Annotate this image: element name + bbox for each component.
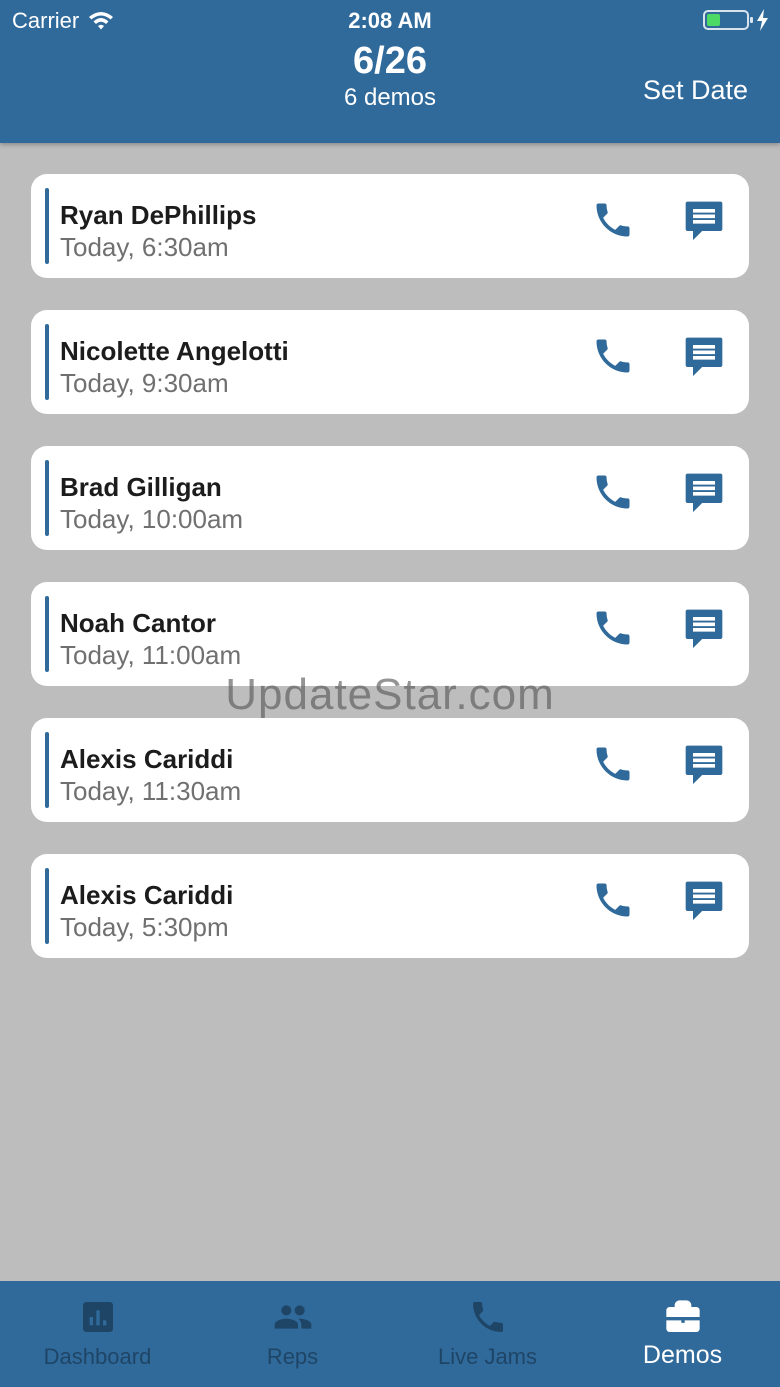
demo-list: Ryan DePhillips Today, 6:30am Nicolette …	[31, 174, 749, 990]
battery-charging-icon	[703, 9, 768, 31]
demo-time: Today, 10:00am	[60, 504, 244, 534]
message-icon[interactable]	[681, 742, 727, 786]
phone-icon[interactable]	[591, 878, 635, 922]
phone-icon[interactable]	[591, 742, 635, 786]
demo-card[interactable]: Alexis Cariddi Today, 5:30pm	[31, 854, 749, 958]
header-bar: Carrier 2:08 AM 6/26 6 demos Set Date	[0, 0, 780, 143]
message-icon[interactable]	[681, 606, 727, 650]
demo-name: Ryan DePhillips	[60, 200, 257, 230]
tab-label: Demos	[642, 1341, 723, 1369]
phone-icon	[472, 1302, 503, 1332]
phone-icon[interactable]	[591, 606, 635, 650]
phone-icon[interactable]	[591, 470, 635, 514]
message-icon[interactable]	[681, 334, 727, 378]
tab-demos[interactable]: Demos	[585, 1281, 780, 1387]
tab-label: Reps	[266, 1344, 319, 1369]
message-icon[interactable]	[681, 878, 727, 922]
demo-card[interactable]: Ryan DePhillips Today, 6:30am	[31, 174, 749, 278]
tab-reps[interactable]: Reps	[195, 1281, 390, 1387]
tab-live-jams[interactable]: Live Jams	[390, 1281, 585, 1387]
bar-chart-icon	[82, 1302, 113, 1332]
demo-card[interactable]: Brad Gilligan Today, 10:00am	[31, 446, 749, 550]
demo-name: Alexis Cariddi	[60, 744, 234, 774]
tab-dashboard[interactable]: Dashboard	[0, 1281, 195, 1387]
watermark: UpdateStar.com	[225, 670, 555, 719]
card-accent-bar	[45, 324, 49, 400]
card-accent-bar	[45, 732, 49, 808]
people-icon	[274, 1305, 311, 1329]
demo-card[interactable]: Alexis Cariddi Today, 11:30am	[31, 718, 749, 822]
demo-time: Today, 6:30am	[60, 232, 229, 262]
card-accent-bar	[45, 460, 49, 536]
message-icon[interactable]	[681, 470, 727, 514]
message-icon[interactable]	[681, 198, 727, 242]
demo-time: Today, 5:30pm	[60, 912, 229, 942]
tab-bar: Dashboard Reps Live Jams Demos	[0, 1281, 780, 1387]
card-accent-bar	[45, 868, 49, 944]
demo-time: Today, 9:30am	[60, 368, 229, 398]
phone-icon[interactable]	[591, 334, 635, 378]
demo-time: Today, 11:30am	[60, 776, 242, 806]
demo-name: Alexis Cariddi	[60, 880, 234, 910]
demo-name: Noah Cantor	[60, 608, 216, 638]
demo-name: Nicolette Angelotti	[60, 336, 289, 366]
phone-icon[interactable]	[591, 198, 635, 242]
set-date-button[interactable]: Set Date	[643, 75, 748, 106]
status-time: 2:08 AM	[348, 8, 432, 33]
card-accent-bar	[45, 188, 49, 264]
briefcase-icon	[665, 1300, 700, 1332]
card-accent-bar	[45, 596, 49, 672]
tab-label: Live Jams	[437, 1344, 538, 1369]
demo-name: Brad Gilligan	[60, 472, 222, 502]
tab-label: Dashboard	[43, 1344, 152, 1369]
demo-card[interactable]: Nicolette Angelotti Today, 9:30am	[31, 310, 749, 414]
demo-time: Today, 11:00am	[60, 640, 242, 670]
